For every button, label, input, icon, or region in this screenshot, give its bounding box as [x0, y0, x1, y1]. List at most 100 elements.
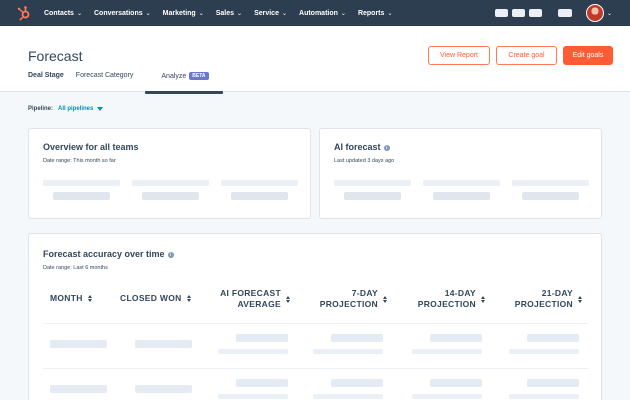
- loading-placeholder: [512, 180, 589, 186]
- column-header-label-stack: AI FORECAST AVERAGE: [220, 288, 281, 310]
- accuracy-title-text: Forecast accuracy over time: [43, 249, 165, 259]
- nav-item-label: Sales: [215, 9, 235, 17]
- chevron-down-icon[interactable]: ⌄: [607, 10, 612, 17]
- tab-deal-stage[interactable]: Deal Stage: [28, 72, 64, 92]
- pipeline-label: Pipeline:: [28, 106, 54, 112]
- ai-forecast-card: AI forecast i Last updated 3 days ago: [319, 128, 602, 219]
- table-row-divider: [43, 368, 588, 369]
- nav-item-label: Marketing: [162, 9, 196, 17]
- column-header-label: PROJECTION: [417, 299, 476, 309]
- column-header-label: 21-DAY: [541, 288, 573, 298]
- column-header-label: PROJECTION: [514, 299, 573, 309]
- top-navigation: Contacts ⌄ Conversations ⌄ Marketing ⌄ Sale…: [0, 0, 630, 26]
- nav-utility-button[interactable]: [511, 9, 525, 17]
- chevron-down-icon: ⌄: [145, 10, 151, 17]
- column-header-ai-forecast-average[interactable]: AI FORECAST AVERAGE: [210, 288, 290, 310]
- hubspot-logo-icon[interactable]: [16, 5, 32, 21]
- loading-placeholder: [331, 334, 383, 342]
- sort-icon[interactable]: [186, 295, 191, 302]
- loading-placeholder: [236, 334, 288, 342]
- column-header-closed-won[interactable]: CLOSED WON: [120, 293, 191, 304]
- column-header-label-stack: 14-DAY PROJECTION: [418, 288, 476, 310]
- column-header-month[interactable]: MONTH: [50, 293, 92, 304]
- chevron-down-icon: ⌄: [237, 10, 243, 17]
- info-icon[interactable]: i: [167, 252, 174, 258]
- nav-item-label: Contacts: [44, 9, 74, 17]
- nav-item-label: Conversations: [93, 9, 143, 17]
- chevron-down-icon: ⌄: [387, 10, 393, 17]
- sort-icon[interactable]: [383, 295, 387, 303]
- column-header-label: MONTH: [50, 293, 83, 303]
- caret-down-icon[interactable]: [97, 107, 104, 111]
- nav-item-sales[interactable]: Sales ⌄: [216, 10, 242, 17]
- view-tabs: Deal Stage Forecast Category Analyze BETA: [28, 72, 235, 94]
- column-header-label-stack: 21-DAY PROJECTION: [515, 288, 573, 310]
- column-header-14-day-projection[interactable]: 14-DAY PROJECTION: [403, 288, 485, 310]
- chevron-down-icon: ⌄: [198, 10, 204, 17]
- loading-placeholder: [142, 192, 199, 200]
- loading-placeholder: [218, 394, 288, 399]
- tab-forecast-category[interactable]: Forecast Category: [76, 72, 134, 92]
- column-header-label: AI FORECAST: [220, 288, 281, 298]
- nav-utility-button[interactable]: [528, 9, 542, 17]
- edit-goals-button[interactable]: Edit goals: [563, 46, 613, 65]
- nav-item-service[interactable]: Service ⌄: [254, 10, 287, 17]
- nav-item-reports[interactable]: Reports ⌄: [358, 10, 392, 17]
- column-header-21-day-projection[interactable]: 21-DAY PROJECTION: [500, 288, 582, 310]
- column-header-label: 7-DAY: [351, 288, 378, 298]
- loading-placeholder: [53, 192, 110, 200]
- loading-placeholder: [430, 334, 482, 342]
- tab-analyze[interactable]: Analyze BETA: [145, 72, 223, 94]
- loading-placeholder: [344, 192, 401, 200]
- loading-placeholder: [509, 394, 579, 399]
- column-header-label: CLOSED WON: [120, 293, 182, 303]
- nav-item-label: Reports: [357, 9, 385, 17]
- nav-item-automation[interactable]: Automation ⌄: [299, 10, 346, 17]
- ai-forecast-updated: Last updated 3 days ago: [334, 158, 395, 164]
- tab-label: Analyze: [161, 73, 187, 80]
- ai-forecast-title-text: AI forecast: [334, 142, 381, 152]
- loading-placeholder: [236, 379, 288, 387]
- pipeline-dropdown[interactable]: All pipelines: [58, 106, 93, 112]
- loading-placeholder: [412, 349, 482, 354]
- loading-placeholder: [433, 192, 490, 200]
- loading-placeholder: [522, 192, 579, 200]
- sort-icon[interactable]: [481, 295, 485, 303]
- column-header-7-day-projection[interactable]: 7-DAY PROJECTION: [305, 288, 387, 310]
- chevron-down-icon: ⌄: [340, 10, 346, 17]
- accuracy-date-range: Date range: Last 6 months: [43, 265, 108, 271]
- column-header-label: PROJECTION: [319, 299, 378, 309]
- nav-utility-button[interactable]: [557, 9, 572, 17]
- loading-placeholder: [135, 340, 192, 348]
- loading-placeholder: [218, 349, 288, 354]
- create-goal-button[interactable]: Create goal: [496, 46, 557, 65]
- nav-item-label: Automation: [299, 9, 338, 17]
- nav-item-contacts[interactable]: Contacts ⌄: [44, 10, 82, 17]
- loading-placeholder: [50, 340, 107, 348]
- beta-badge: BETA: [189, 72, 209, 80]
- table-row-divider: [43, 323, 588, 324]
- loading-placeholder: [430, 379, 482, 387]
- page-header: Forecast View Report Create goal Edit go…: [0, 26, 630, 94]
- column-header-label: AVERAGE: [237, 299, 281, 309]
- loading-placeholder: [313, 349, 383, 354]
- overview-date-range: Date range: This month so far: [43, 158, 116, 164]
- view-report-button[interactable]: View Report: [428, 46, 490, 65]
- overview-card: Overview for all teams Date range: This …: [28, 128, 311, 219]
- chevron-down-icon: ⌄: [281, 10, 288, 17]
- loading-placeholder: [135, 385, 192, 393]
- avatar[interactable]: [585, 4, 604, 22]
- nav-utility-button[interactable]: [494, 9, 508, 17]
- nav-item-conversations[interactable]: Conversations ⌄: [94, 10, 151, 17]
- info-icon[interactable]: i: [383, 145, 390, 151]
- nav-menu: Contacts ⌄ Conversations ⌄ Marketing ⌄ Sale…: [44, 0, 404, 26]
- loading-placeholder: [50, 385, 107, 393]
- sort-icon[interactable]: [578, 295, 582, 303]
- forecast-accuracy-card: Forecast accuracy over time i Date range:…: [28, 233, 602, 400]
- sort-icon[interactable]: [87, 295, 92, 302]
- sort-icon[interactable]: [286, 295, 290, 303]
- nav-item-marketing[interactable]: Marketing ⌄: [163, 10, 204, 17]
- loading-placeholder: [43, 180, 120, 186]
- page-title: Forecast: [28, 48, 83, 64]
- loading-placeholder: [231, 192, 288, 200]
